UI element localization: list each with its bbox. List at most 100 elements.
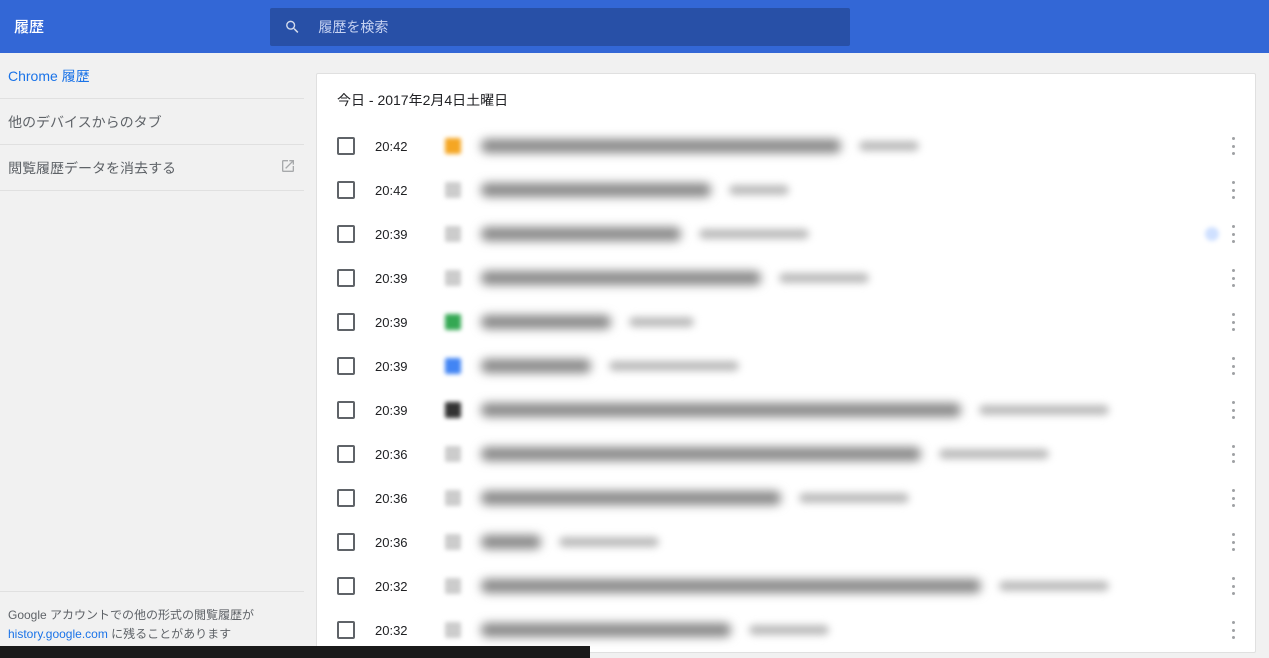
- row-checkbox[interactable]: [337, 181, 355, 199]
- search-box[interactable]: [270, 8, 850, 46]
- row-checkbox[interactable]: [337, 313, 355, 331]
- sidebar-item[interactable]: 他のデバイスからのタブ: [0, 99, 304, 145]
- row-actions-button[interactable]: [1231, 137, 1235, 155]
- row-actions-button[interactable]: [1231, 577, 1235, 595]
- history-row[interactable]: 20:36: [317, 432, 1255, 476]
- sidebar: Chrome 履歴他のデバイスからのタブ閲覧履歴データを消去する Google …: [0, 53, 304, 658]
- row-domain: [859, 141, 919, 151]
- row-title: [481, 359, 591, 373]
- favicon: [445, 490, 461, 506]
- row-domain: [559, 537, 659, 547]
- favicon: [445, 226, 461, 242]
- history-row[interactable]: 20:32: [317, 564, 1255, 608]
- favicon: [445, 622, 461, 638]
- history-row[interactable]: 20:36: [317, 476, 1255, 520]
- row-actions-button[interactable]: [1231, 357, 1235, 375]
- history-row[interactable]: 20:42: [317, 124, 1255, 168]
- row-time: 20:42: [375, 139, 445, 154]
- row-checkbox[interactable]: [337, 225, 355, 243]
- history-row[interactable]: 20:39: [317, 256, 1255, 300]
- row-time: 20:36: [375, 535, 445, 550]
- row-checkbox[interactable]: [337, 269, 355, 287]
- row-time: 20:39: [375, 359, 445, 374]
- row-title: [481, 315, 611, 329]
- row-domain: [779, 273, 869, 283]
- row-time: 20:36: [375, 447, 445, 462]
- row-title: [481, 271, 761, 285]
- search-input[interactable]: [318, 19, 835, 35]
- favicon: [445, 138, 461, 154]
- row-time: 20:32: [375, 623, 445, 638]
- row-title: [481, 447, 921, 461]
- favicon: [445, 182, 461, 198]
- sidebar-item[interactable]: Chrome 履歴: [0, 53, 304, 99]
- favicon: [445, 314, 461, 330]
- row-title: [481, 623, 731, 637]
- external-link-icon: [280, 158, 296, 177]
- row-actions-button[interactable]: [1231, 225, 1235, 243]
- row-checkbox[interactable]: [337, 401, 355, 419]
- row-time: 20:39: [375, 315, 445, 330]
- row-actions-button[interactable]: [1231, 445, 1235, 463]
- row-title: [481, 139, 841, 153]
- row-actions-button[interactable]: [1231, 533, 1235, 551]
- row-domain: [699, 229, 809, 239]
- row-domain: [979, 405, 1109, 415]
- sidebar-item-label: 閲覧履歴データを消去する: [8, 158, 176, 178]
- main-content: 今日 - 2017年2月4日土曜日 20:4220:4220:3920:3920…: [304, 53, 1269, 658]
- history-list: 20:42 20:42 20:39 20:39 20:39 20:39 20:39 20:36…: [317, 124, 1255, 652]
- row-time: 20:39: [375, 227, 445, 242]
- row-domain: [999, 581, 1109, 591]
- row-time: 20:32: [375, 579, 445, 594]
- row-domain: [749, 625, 829, 635]
- row-time: 20:36: [375, 491, 445, 506]
- header: 履歴: [0, 0, 1269, 53]
- date-heading: 今日 - 2017年2月4日土曜日: [317, 74, 1255, 124]
- row-title: [481, 227, 681, 241]
- row-actions-button[interactable]: [1231, 621, 1235, 639]
- row-domain: [939, 449, 1049, 459]
- row-actions-button[interactable]: [1231, 313, 1235, 331]
- history-row[interactable]: 20:42: [317, 168, 1255, 212]
- history-row[interactable]: 20:39: [317, 300, 1255, 344]
- row-domain: [609, 361, 739, 371]
- search-icon: [284, 18, 301, 36]
- favicon: [445, 534, 461, 550]
- row-checkbox[interactable]: [337, 621, 355, 639]
- history-row[interactable]: 20:39: [317, 344, 1255, 388]
- row-time: 20:39: [375, 403, 445, 418]
- row-actions-button[interactable]: [1231, 401, 1235, 419]
- favicon: [445, 446, 461, 462]
- row-checkbox[interactable]: [337, 445, 355, 463]
- row-actions-button[interactable]: [1231, 269, 1235, 287]
- sidebar-item-label: Chrome 履歴: [8, 66, 90, 86]
- row-title: [481, 491, 781, 505]
- history-row[interactable]: 20:39: [317, 212, 1255, 256]
- row-title: [481, 183, 711, 197]
- row-checkbox[interactable]: [337, 357, 355, 375]
- sidebar-item[interactable]: 閲覧履歴データを消去する: [0, 145, 304, 191]
- row-actions-button[interactable]: [1231, 181, 1235, 199]
- row-checkbox[interactable]: [337, 577, 355, 595]
- sidebar-item-label: 他のデバイスからのタブ: [8, 112, 162, 132]
- favicon: [445, 270, 461, 286]
- favicon: [445, 358, 461, 374]
- bookmark-icon: [1205, 227, 1219, 241]
- history-row[interactable]: 20:39: [317, 388, 1255, 432]
- row-domain: [799, 493, 909, 503]
- favicon: [445, 402, 461, 418]
- status-bar: [0, 646, 590, 658]
- row-domain: [729, 185, 789, 195]
- row-actions-button[interactable]: [1231, 489, 1235, 507]
- row-title: [481, 535, 541, 549]
- row-checkbox[interactable]: [337, 533, 355, 551]
- row-checkbox[interactable]: [337, 489, 355, 507]
- row-time: 20:42: [375, 183, 445, 198]
- history-row[interactable]: 20:36: [317, 520, 1255, 564]
- row-title: [481, 579, 981, 593]
- history-panel: 今日 - 2017年2月4日土曜日 20:4220:4220:3920:3920…: [316, 73, 1256, 653]
- row-time: 20:39: [375, 271, 445, 286]
- row-checkbox[interactable]: [337, 137, 355, 155]
- history-google-link[interactable]: history.google.com: [8, 627, 108, 641]
- favicon: [445, 578, 461, 594]
